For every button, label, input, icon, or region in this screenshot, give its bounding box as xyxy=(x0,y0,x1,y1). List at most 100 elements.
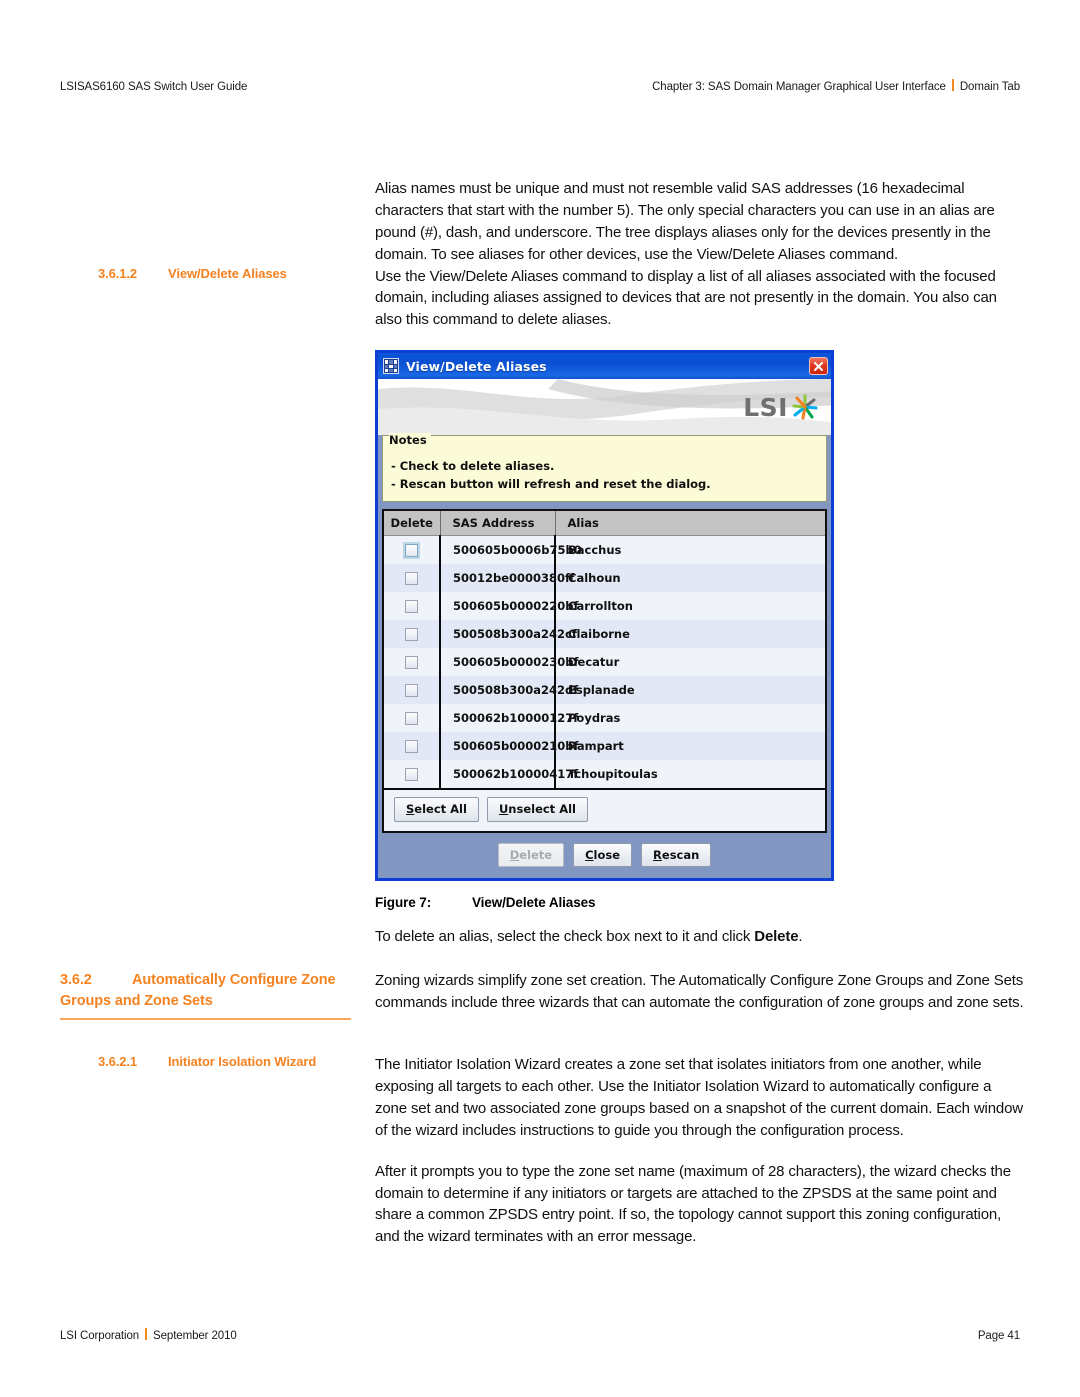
column-header-sas-address[interactable]: SAS Address xyxy=(440,510,556,537)
close-mnemonic: C xyxy=(585,847,594,862)
alias-table-body: 500605b0006b75b0 Bacchus 50012be0000380f… xyxy=(384,535,825,788)
section-auto-configure: 3.6.2 Automatically Configure Zone Groups… xyxy=(60,970,1025,1021)
table-row[interactable]: 500062b10000417f Tchoupitoulas xyxy=(384,759,825,788)
alias-table-head: Delete SAS Address Alias xyxy=(384,510,825,537)
sas-address-cell: 500605b0000230bf xyxy=(440,647,579,676)
sas-address-cell: 500062b10000417f xyxy=(440,759,578,788)
sas-address-cell: 500605b0000210bf xyxy=(440,731,579,760)
dialog-title: View/Delete Aliases xyxy=(406,358,547,374)
delete-checkbox-cell[interactable] xyxy=(384,731,441,760)
dialog-titlebar: View/Delete Aliases xyxy=(378,353,831,380)
column-header-alias[interactable]: Alias xyxy=(555,510,825,537)
checkbox-icon[interactable] xyxy=(405,767,418,781)
sas-address-cell: 500605b0000220bf xyxy=(440,591,579,620)
checkbox-icon[interactable] xyxy=(405,544,418,558)
alias-cell: Rampart xyxy=(555,731,825,760)
unselect-all-button[interactable]: Unselect All xyxy=(486,796,588,822)
figure-follow-text-1: To delete an alias, select the check box… xyxy=(375,928,755,946)
heading-number: 3.6.1.2 xyxy=(98,265,138,281)
table-row[interactable]: 500605b0000230bf Decatur xyxy=(384,647,825,676)
footer-date: September 2010 xyxy=(153,1330,237,1342)
checkbox-icon[interactable] xyxy=(405,683,418,697)
sas-address-cell: 50012be0000380ff xyxy=(440,563,574,592)
delete-checkbox-cell[interactable] xyxy=(384,563,441,592)
body-column: Alias names must be unique and must not … xyxy=(375,178,1025,266)
running-foot-left: LSI Corporation September 2010 xyxy=(60,1327,237,1342)
alias-cell: Calhoun xyxy=(555,563,825,592)
column-header-delete[interactable]: Delete xyxy=(384,510,441,537)
heading-3-6-2-1: 3.6.2.1 Initiator Isolation Wizard xyxy=(60,1054,361,1069)
table-row[interactable]: 500508b300a242cf Claiborne xyxy=(384,619,825,648)
checkbox-icon[interactable] xyxy=(405,711,418,725)
checkbox-icon[interactable] xyxy=(405,571,418,585)
margin-column: 3.6.2 Automatically Configure Zone Groups… xyxy=(60,970,375,1021)
intro-block: Alias names must be unique and must not … xyxy=(60,178,1025,266)
checkbox-icon[interactable] xyxy=(405,599,418,613)
delete-checkbox-cell[interactable] xyxy=(384,591,441,620)
notes-line: - Rescan button will refresh and reset t… xyxy=(391,477,711,492)
heading-3-6-1-2: 3.6.1.2 View/Delete Aliases xyxy=(60,266,361,281)
delete-checkbox-cell[interactable] xyxy=(384,675,441,704)
checkbox-icon[interactable] xyxy=(405,655,418,669)
delete-checkbox-cell[interactable] xyxy=(384,759,441,788)
page-content: Alias names must be unique and must not … xyxy=(60,178,1025,1248)
alias-table-header-row: Delete SAS Address Alias xyxy=(384,510,825,537)
header-divider xyxy=(951,79,954,91)
table-row[interactable]: 500605b0006b75b0 Bacchus xyxy=(384,535,825,564)
table-row[interactable]: 50012be0000380ff Calhoun xyxy=(384,563,825,592)
heading-number: 3.6.2.1 xyxy=(98,1054,138,1070)
figure-title: View/Delete Aliases xyxy=(472,895,596,911)
footer-divider xyxy=(145,1328,148,1340)
notes-panel: Notes - Check to delete aliases. - Resca… xyxy=(382,433,827,502)
margin-column: 3.6.2.1 Initiator Isolation Wizard xyxy=(60,1054,375,1069)
select-all-button[interactable]: Select All xyxy=(394,796,479,822)
body-column: The Initiator Isolation Wizard creates a… xyxy=(375,1054,1025,1248)
alias-table-panel: Delete SAS Address Alias 500605b0006b75b… xyxy=(382,508,827,833)
table-row[interactable]: 500508b300a242df Esplanade xyxy=(384,675,825,704)
alias-cell: Claiborne xyxy=(555,619,825,648)
margin-column: 3.6.1.2 View/Delete Aliases xyxy=(60,266,375,281)
running-head-chapter: Chapter 3: SAS Domain Manager Graphical … xyxy=(652,81,946,93)
table-row[interactable]: 500605b0000210bf Rampart xyxy=(384,731,825,760)
figure-follow-text-2: . xyxy=(798,928,803,946)
alias-cell: Bacchus xyxy=(555,535,825,564)
rescan-button[interactable]: Rescan xyxy=(641,842,712,868)
table-row[interactable]: 500605b0000220bf Carrollton xyxy=(384,591,825,620)
heading-title: Initiator Isolation Wizard xyxy=(168,1054,317,1070)
intro-paragraph: Alias names must be unique and must not … xyxy=(375,180,995,263)
alias-cell: Tchoupitoulas xyxy=(555,759,825,788)
running-head-section: Domain Tab xyxy=(959,81,1020,93)
table-row[interactable]: 500062b10000127f Poydras xyxy=(384,703,825,732)
body-column: Zoning wizards simplify zone set creatio… xyxy=(375,970,1025,1014)
delete-checkbox-cell[interactable] xyxy=(384,535,441,564)
lsi-logo: LSI xyxy=(743,394,818,420)
figure-caption: Figure 7: View/Delete Aliases xyxy=(375,895,1025,910)
figure-follow-paragraph: To delete an alias, select the check box… xyxy=(375,926,1025,948)
rescan-mnemonic: R xyxy=(653,847,662,862)
close-button[interactable]: Close xyxy=(573,842,633,868)
delete-mnemonic: D xyxy=(509,847,520,862)
checkbox-icon[interactable] xyxy=(405,627,418,641)
heading-number: 3.6.2 xyxy=(60,972,92,989)
initiator-wizard-paragraph-2: After it prompts you to type the zone se… xyxy=(375,1162,1011,1246)
application-grid-icon xyxy=(383,358,399,375)
running-head-right: Chapter 3: SAS Domain Manager Graphical … xyxy=(652,78,1020,93)
delete-button: Delete xyxy=(497,842,565,868)
alias-cell: Carrollton xyxy=(555,591,825,620)
delete-checkbox-cell[interactable] xyxy=(384,647,441,676)
sas-address-cell: 500605b0006b75b0 xyxy=(440,535,582,564)
close-icon[interactable] xyxy=(809,357,828,376)
section-view-delete-aliases: 3.6.1.2 View/Delete Aliases Use the View… xyxy=(60,266,1025,948)
delete-label: elete xyxy=(519,847,553,862)
dialog-action-bar: Delete Close Rescan xyxy=(378,832,831,879)
sas-address-cell: 500508b300a242cf xyxy=(440,619,577,648)
delete-checkbox-cell[interactable] xyxy=(384,703,441,732)
footer-page-number: Page 41 xyxy=(977,1330,1020,1342)
figure-follow-bold: Delete xyxy=(754,928,799,946)
close-label: lose xyxy=(593,847,621,862)
delete-checkbox-cell[interactable] xyxy=(384,619,441,648)
running-foot: LSI Corporation September 2010 Page 41 xyxy=(60,1327,1020,1342)
checkbox-icon[interactable] xyxy=(405,739,418,753)
sas-address-cell: 500062b10000127f xyxy=(440,703,578,732)
notes-line: - Check to delete aliases. xyxy=(391,459,555,474)
